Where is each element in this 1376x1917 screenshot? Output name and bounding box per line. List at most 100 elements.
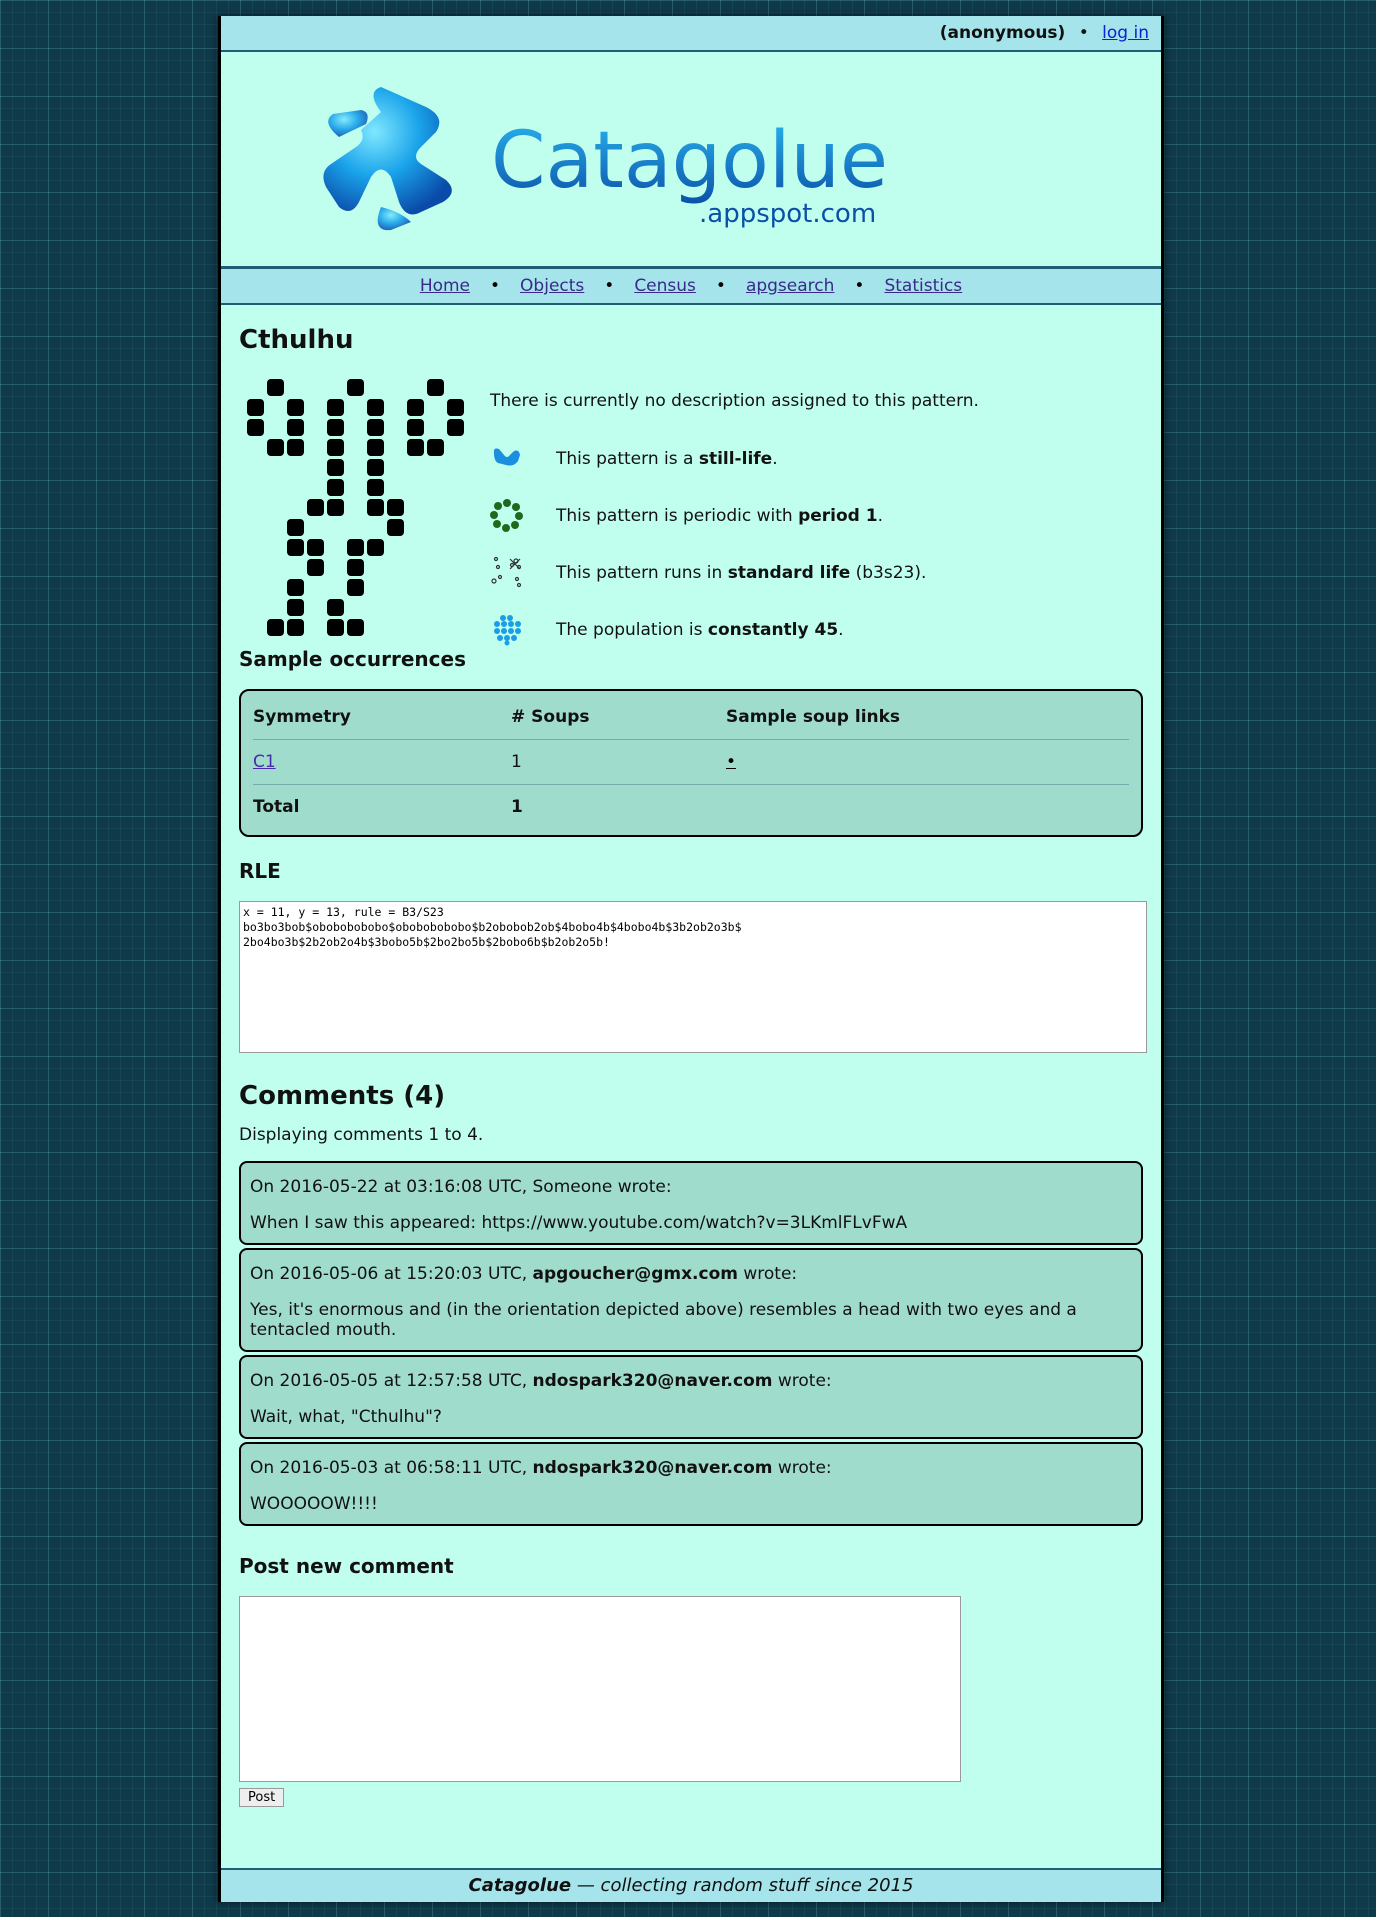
footer-tagline: — collecting random stuff since 2015 bbox=[571, 1875, 914, 1896]
total-value: 1 bbox=[511, 797, 523, 817]
property-value: still-life bbox=[698, 449, 773, 469]
soup-count: 1 bbox=[511, 739, 726, 785]
pattern-cell bbox=[327, 399, 344, 416]
property-still-life: This pattern is a still-life. bbox=[490, 441, 1150, 498]
table-header-row: Symmetry # Soups Sample soup links bbox=[253, 701, 1129, 740]
comments-heading: Comments (4) bbox=[239, 1081, 446, 1111]
nav-statistics[interactable]: Statistics bbox=[884, 276, 962, 296]
page-container: (anonymous) • log in Catagolue .appspot.… bbox=[218, 16, 1164, 1902]
pattern-cell bbox=[307, 539, 324, 556]
nav-objects[interactable]: Objects bbox=[520, 276, 584, 296]
comment: On 2016-05-06 at 15:20:03 UTC, apgoucher… bbox=[239, 1248, 1143, 1352]
pattern-cell bbox=[427, 439, 444, 456]
comment-date: On 2016-05-06 at 15:20:03 UTC, bbox=[250, 1264, 533, 1284]
rle-textarea[interactable]: x = 11, y = 13, rule = B3/S23 bo3bo3bob$… bbox=[239, 901, 1147, 1053]
logo-text: Catagolue bbox=[491, 116, 888, 206]
nav-apgsearch[interactable]: apgsearch bbox=[746, 276, 834, 296]
catagolue-logo[interactable]: Catagolue .appspot.com bbox=[221, 52, 1161, 266]
username: (anonymous) bbox=[939, 23, 1066, 43]
pattern-info: There is currently no description assign… bbox=[239, 377, 1143, 647]
symmetry-link[interactable]: C1 bbox=[253, 752, 276, 772]
pattern-cell bbox=[327, 439, 344, 456]
pattern-cell bbox=[327, 479, 344, 496]
property-suffix: . bbox=[838, 620, 844, 640]
comment-input[interactable] bbox=[239, 1596, 961, 1782]
pattern-cell bbox=[407, 419, 424, 436]
comment: On 2016-05-03 at 06:58:11 UTC, ndospark3… bbox=[239, 1442, 1143, 1526]
pattern-cell bbox=[347, 619, 364, 636]
pattern-cell bbox=[347, 579, 364, 596]
pattern-cell bbox=[387, 519, 404, 536]
property-value: standard life bbox=[727, 563, 851, 583]
main-content: Cthulhu There is currently no descriptio… bbox=[221, 325, 1161, 1807]
pattern-image bbox=[247, 379, 464, 636]
login-link[interactable]: log in bbox=[1102, 23, 1149, 43]
pattern-cell bbox=[287, 519, 304, 536]
pattern-cell bbox=[347, 539, 364, 556]
property-population: The population is constantly 45. bbox=[490, 612, 1150, 669]
pattern-cell bbox=[267, 439, 284, 456]
pattern-cell bbox=[387, 499, 404, 516]
pattern-cell bbox=[287, 539, 304, 556]
nav-separator: • bbox=[715, 276, 726, 296]
property-rule: This pattern runs in standard life (b3s2… bbox=[490, 555, 1150, 612]
footer-brand: Catagolue bbox=[468, 1875, 572, 1896]
pattern-cell bbox=[267, 619, 284, 636]
table-total-row: Total 1 bbox=[253, 785, 1129, 830]
comment-date: On 2016-05-22 at 03:16:08 UTC, bbox=[250, 1177, 533, 1197]
pattern-cell bbox=[327, 419, 344, 436]
post-button[interactable]: Post bbox=[239, 1788, 285, 1807]
nav-home[interactable]: Home bbox=[420, 276, 470, 296]
pattern-cell bbox=[367, 459, 384, 476]
pattern-cell bbox=[287, 399, 304, 416]
post-comment-heading: Post new comment bbox=[239, 1554, 454, 1578]
pattern-cell bbox=[367, 399, 384, 416]
comment-body: Wait, what, "Cthulhu"? bbox=[250, 1407, 442, 1427]
rle-heading: RLE bbox=[239, 859, 281, 883]
separator: • bbox=[1078, 23, 1089, 43]
pattern-cell bbox=[367, 439, 384, 456]
pattern-cell bbox=[287, 599, 304, 616]
property-text: The population is bbox=[556, 620, 708, 640]
column-header: Symmetry bbox=[253, 701, 511, 740]
pattern-cell bbox=[247, 419, 264, 436]
comment-body: WOOOOOW!!!! bbox=[250, 1494, 378, 1514]
pattern-cell bbox=[327, 459, 344, 476]
pattern-cell bbox=[367, 479, 384, 496]
property-suffix: (b3s23). bbox=[850, 563, 927, 583]
property-period: This pattern is periodic with period 1. bbox=[490, 498, 1150, 555]
pattern-description: There is currently no description assign… bbox=[490, 391, 979, 411]
property-text: This pattern is a bbox=[556, 449, 699, 469]
comment-author: ndospark320@naver.com bbox=[532, 1458, 773, 1478]
pattern-cell bbox=[407, 399, 424, 416]
still-life-icon bbox=[490, 441, 556, 476]
top-bar: (anonymous) • log in bbox=[221, 16, 1161, 52]
pattern-cell bbox=[307, 499, 324, 516]
total-label: Total bbox=[253, 797, 300, 817]
column-header: Sample soup links bbox=[726, 701, 1129, 740]
comments-range: Displaying comments 1 to 4. bbox=[239, 1125, 484, 1145]
nav-census[interactable]: Census bbox=[634, 276, 696, 296]
nav-separator: • bbox=[854, 276, 865, 296]
population-icon bbox=[490, 612, 556, 651]
property-text: This pattern is periodic with bbox=[556, 506, 799, 526]
page-title: Cthulhu bbox=[239, 325, 354, 355]
pattern-cell bbox=[447, 419, 464, 436]
comment-author: ndospark320@naver.com bbox=[532, 1371, 773, 1391]
comment-date: On 2016-05-03 at 06:58:11 UTC, bbox=[250, 1458, 533, 1478]
pattern-cell bbox=[267, 379, 284, 396]
pattern-cell bbox=[327, 619, 344, 636]
property-value: period 1 bbox=[798, 506, 878, 526]
occurrences-table: Symmetry # Soups Sample soup links C1 1 … bbox=[239, 689, 1143, 837]
pattern-cell bbox=[367, 419, 384, 436]
comment-list: On 2016-05-22 at 03:16:08 UTC, Someone w… bbox=[239, 1161, 1143, 1526]
pattern-cell bbox=[327, 599, 344, 616]
logo-mark-icon bbox=[323, 87, 452, 231]
periodic-icon bbox=[490, 498, 556, 537]
footer: Catagolue — collecting random stuff sinc… bbox=[221, 1868, 1161, 1902]
nav-separator: • bbox=[604, 276, 615, 296]
comment-date: On 2016-05-05 at 12:57:58 UTC, bbox=[250, 1371, 533, 1391]
property-suffix: . bbox=[772, 449, 778, 469]
pattern-cell bbox=[427, 379, 444, 396]
soup-link[interactable]: • bbox=[726, 752, 736, 772]
